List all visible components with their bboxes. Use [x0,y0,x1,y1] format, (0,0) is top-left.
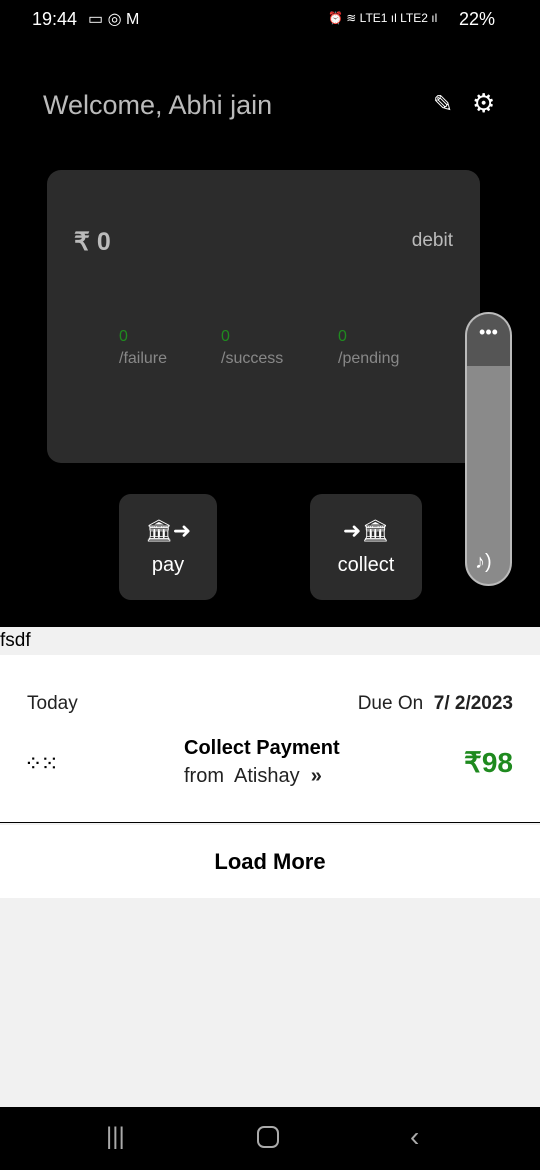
welcome-title: Welcome, Abhi jain [43,90,273,120]
chevrons-icon: » [310,765,322,787]
battery-percent: 22% [459,9,496,29]
collect-button[interactable]: ➜🏛 collect [310,494,422,600]
clock: 19:44 [32,9,78,29]
bank-out-icon: 🏛➜ [144,518,192,543]
signal-icons: ⏰ ≋ LTE1 ıl LTE2 ıl [328,11,438,25]
item-from: from Atishay » [184,765,322,787]
pay-button[interactable]: 🏛➜ pay [119,494,217,600]
notification-icons: ▭ ◎ M [88,11,140,28]
item-title: Collect Payment [184,737,340,759]
nav-bar: ||| ‹ [0,1107,540,1170]
settings-icon[interactable]: ⚙ [472,88,495,119]
balance-card: ₹ 0 debit 0/failure 0/success 0/pending [47,170,480,463]
stat-failure: 0/failure [119,328,168,367]
item-day: Today [27,693,78,714]
edit-icon[interactable]: ✎ [433,90,453,119]
pending-spinner-icon: ⁘⁙ [24,751,59,776]
recent-apps-icon[interactable]: ||| [106,1123,125,1151]
balance-amount: ₹ 0 [74,228,111,256]
more-icon[interactable]: ••• [467,314,510,366]
card-type: debit [411,230,453,251]
item-amount: ₹98 [464,747,513,778]
back-icon[interactable]: ‹ [410,1121,419,1153]
section-label: fsdf [0,630,31,651]
stat-success: 0/success [221,328,284,367]
status-bar: 19:44 ▭ ◎ M ⏰ ≋ LTE1 ıl LTE2 ıl 22% [0,0,540,40]
bank-in-icon: ➜🏛 [342,518,390,543]
pay-label: pay [151,554,185,576]
volume-slider[interactable]: ••• ♪) [465,312,512,586]
music-volume-icon: ♪) [475,551,492,573]
load-more-button[interactable]: Load More [0,825,540,898]
item-due: Due On 7/ 2/2023 [357,693,513,714]
collect-label: collect [337,554,395,576]
stat-pending: 0/pending [338,328,400,367]
home-icon[interactable] [257,1126,279,1148]
list-item[interactable]: Today Due On 7/ 2/2023 ⁘⁙ Collect Paymen… [0,655,540,823]
